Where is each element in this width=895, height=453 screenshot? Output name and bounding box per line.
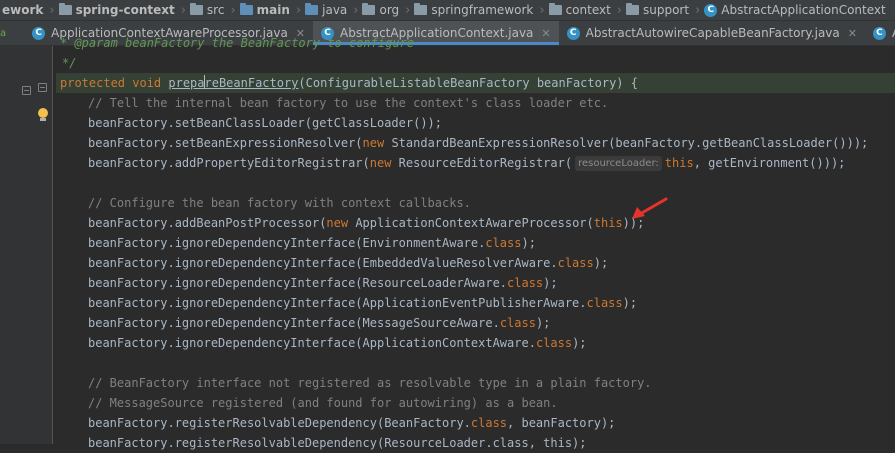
chevron-right-icon: › — [230, 2, 236, 18]
breadcrumb-item[interactable]: ework — [0, 3, 47, 17]
folder-icon — [362, 3, 376, 15]
folder-icon — [58, 3, 72, 15]
class-icon: C — [704, 3, 718, 17]
folder-icon — [305, 3, 319, 15]
breadcrumb-label: org — [379, 3, 400, 17]
breadcrumb-label: springframework — [431, 3, 534, 17]
code-line: // MessageSource registered (and found f… — [88, 396, 558, 410]
chevron-right-icon: › — [539, 2, 545, 18]
class-icon: C — [566, 26, 580, 40]
breadcrumb-label: spring-context — [75, 3, 175, 17]
editor-tab[interactable]: CAbstractBeanFac — [865, 21, 895, 45]
code-line: beanFactory.ignoreDependencyInterface(Ap… — [88, 336, 587, 350]
tab-fragment: a — [0, 27, 7, 39]
code-line: beanFactory.setBeanExpressionResolver(ne… — [88, 136, 869, 150]
code-line: beanFactory.addPropertyEditorRegistrar(n… — [88, 156, 846, 171]
breadcrumb-label: java — [322, 3, 348, 17]
chevron-right-icon: › — [180, 2, 186, 18]
breadcrumb-item[interactable]: context — [547, 3, 615, 17]
code-line-signature: protected void prepareBeanFactory(Config… — [56, 73, 895, 93]
folder-icon — [239, 3, 253, 15]
folder-icon — [548, 3, 562, 15]
editor-tab[interactable]: C AbstractAutowireCapableBeanFactory.java… — [559, 21, 865, 45]
folder-icon — [626, 3, 639, 15]
breadcrumb-label: context — [565, 3, 611, 17]
lightbulb-icon[interactable] — [37, 108, 49, 122]
chevron-right-icon: › — [295, 2, 302, 18]
method-name[interactable]: prepareBeanFactory — [168, 75, 298, 90]
code-line: beanFactory.ignoreDependencyInterface(Em… — [88, 256, 609, 270]
breadcrumb-item[interactable]: org — [360, 3, 403, 17]
folder-icon — [414, 3, 428, 15]
navigation-breadcrumb: ework › spring-context › src › main › java › org › s… — [0, 0, 895, 21]
red-arrow-annotation — [632, 197, 668, 219]
close-icon[interactable]: ✕ — [541, 27, 550, 40]
folder-icon — [189, 3, 203, 15]
class-icon: C — [32, 26, 46, 40]
code-line: // BeanFactory interface not registered … — [88, 376, 652, 390]
breadcrumb-item[interactable]: support — [624, 3, 693, 17]
code-line: beanFactory.registerResolvableDependency… — [88, 416, 616, 430]
breadcrumb-label: main — [256, 3, 290, 17]
code-line-highlighted-target: beanFactory.addBeanPostProcessor(new App… — [88, 216, 645, 230]
code-line: beanFactory.ignoreDependencyInterface(Re… — [88, 276, 558, 290]
breadcrumb-label: support — [643, 3, 690, 17]
breadcrumb-item[interactable]: main — [238, 3, 294, 17]
breadcrumb-item[interactable]: src — [188, 3, 229, 17]
parameter-hint: resourceLoader: — [575, 156, 662, 171]
code-line: beanFactory.setBeanClassLoader(getClassL… — [88, 116, 443, 130]
chevron-right-icon: › — [695, 2, 701, 18]
fold-marker-icon[interactable] — [38, 83, 47, 92]
editor-gutter — [0, 46, 52, 444]
code-line: beanFactory.ignoreDependencyInterface(En… — [88, 236, 536, 250]
breadcrumb-label: ework — [2, 3, 44, 17]
code-line: // Tell the internal bean factory to use… — [88, 96, 609, 110]
chevron-right-icon: › — [353, 2, 359, 18]
chevron-right-icon: › — [616, 2, 622, 18]
breadcrumb-label: src — [206, 3, 225, 17]
gutter-divider — [52, 46, 53, 444]
chevron-right-icon: › — [405, 2, 411, 18]
code-line-partial: beanFactory.registerResolvableDependency… — [88, 436, 587, 450]
breadcrumb-label: AbstractApplicationContext — [721, 3, 886, 17]
close-icon[interactable]: ✕ — [848, 27, 857, 40]
breadcrumb-item[interactable]: java — [303, 3, 351, 17]
code-line: // Configure the bean factory with conte… — [88, 196, 471, 210]
code-line: beanFactory.ignoreDependencyInterface(Ap… — [88, 296, 638, 310]
tab-label: AbstractAutowireCapableBeanFactory.java — [585, 26, 840, 40]
code-line: beanFactory.ignoreDependencyInterface(Me… — [88, 316, 551, 330]
fold-marker-icon[interactable] — [22, 86, 31, 95]
code-line: * @param beanFactory the BeanFactory to … — [60, 36, 415, 50]
breadcrumb-item[interactable]: C AbstractApplicationContext — [702, 3, 889, 17]
breadcrumb-item[interactable]: springframework — [412, 3, 537, 17]
code-line: */ — [62, 56, 77, 70]
tab-overflow[interactable]: a — [0, 21, 24, 45]
breadcrumb-item[interactable]: spring-context — [57, 3, 179, 17]
class-icon: C — [872, 26, 886, 40]
chevron-right-icon: › — [49, 2, 55, 18]
